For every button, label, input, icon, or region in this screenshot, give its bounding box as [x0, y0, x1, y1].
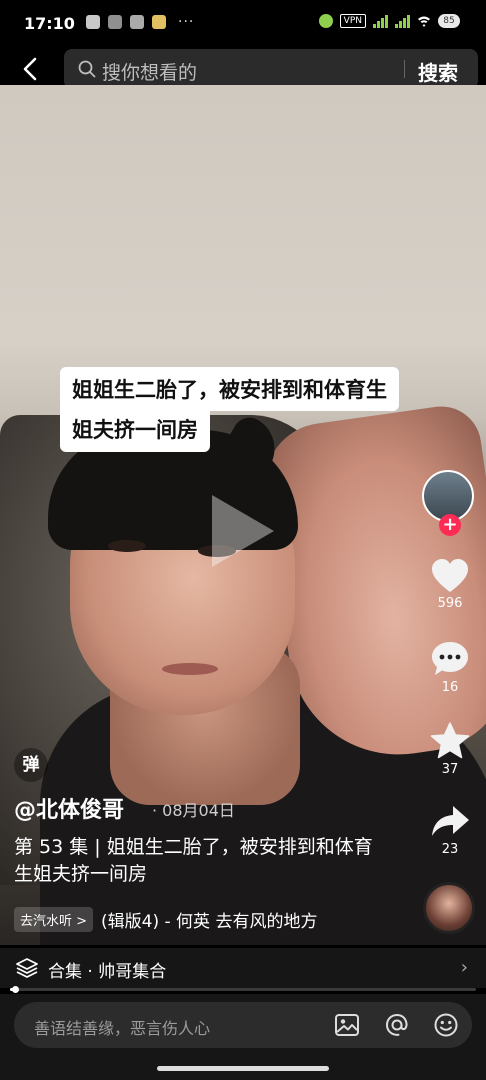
qishui-listen-button[interactable]: 去汽水听 >: [14, 906, 94, 932]
search-bar[interactable]: 搜你想看的 搜索: [64, 49, 478, 89]
search-icon: [78, 60, 96, 78]
screen: 17:10 ··· VPN 85 搜你想看的 搜索 姐姐生二胎了，被安排到和体育…: [0, 0, 486, 1080]
music-disc-icon[interactable]: [423, 882, 475, 934]
emoji-icon[interactable]: [433, 1012, 459, 1038]
music-title[interactable]: (辑版4) - 何英 去有风的地方: [101, 907, 317, 932]
share-button[interactable]: 23: [420, 804, 480, 857]
caption-line: 姐姐生二胎了，被安排到和体育生: [60, 367, 399, 411]
comment-input[interactable]: 善语结善缘，恶言伤人心: [14, 1002, 472, 1048]
app-notification-icon: [152, 15, 166, 29]
like-count: 596: [437, 596, 463, 611]
favorite-count: 37: [441, 762, 459, 777]
share-arrow-icon: [432, 806, 469, 836]
video-progress-bar[interactable]: [10, 986, 476, 993]
status-bar: 17:10 ··· VPN 85: [0, 0, 486, 44]
play-icon[interactable]: [212, 495, 274, 567]
battery-icon: 85: [438, 14, 460, 28]
search-divider: [404, 60, 405, 78]
music-row[interactable]: 去汽水听 > (辑版4) - 何英 去有风的地方: [14, 906, 414, 932]
image-icon[interactable]: [334, 1012, 360, 1038]
follow-button[interactable]: +: [439, 514, 461, 536]
post-date: · 08月04日: [152, 801, 235, 820]
app-notification-icon: [108, 15, 122, 29]
back-button[interactable]: [14, 54, 46, 84]
search-button[interactable]: 搜索: [418, 57, 458, 86]
video-caption: 姐姐生二胎了，被安排到和体育生 姐夫挤一间房: [60, 367, 456, 452]
caption-line: 姐夫挤一间房: [60, 410, 210, 452]
vpn-icon: VPN: [339, 14, 366, 28]
search-input[interactable]: 搜你想看的: [102, 58, 197, 85]
status-time: 17:10: [24, 14, 75, 33]
danmu-toggle-button[interactable]: 弹: [14, 748, 48, 782]
progress-handle[interactable]: [11, 986, 19, 993]
video-description[interactable]: 第 53 集 | 姐姐生二胎了，被安排到和体育生姐夫挤一间房: [14, 834, 374, 888]
comment-count: 16: [441, 680, 459, 695]
comment-panel: 善语结善缘，恶言伤人心: [0, 994, 486, 1080]
status-right-icons: VPN 85: [318, 14, 460, 28]
wifi-icon: [418, 16, 430, 27]
signal-icon: [395, 14, 410, 28]
author-name[interactable]: @北体俊哥: [14, 792, 124, 824]
at-mention-icon[interactable]: [384, 1012, 410, 1038]
favorite-button[interactable]: 37: [420, 722, 480, 777]
share-count: 23: [441, 842, 459, 857]
signal-icon: [373, 14, 388, 28]
collection-label: 合集 · 帅哥集合: [48, 962, 167, 982]
star-icon: [430, 722, 470, 759]
collection-bar[interactable]: 合集 · 帅哥集合 ›: [0, 948, 486, 988]
data-saver-icon: [318, 14, 333, 28]
home-indicator[interactable]: [157, 1066, 329, 1071]
heart-icon: [432, 559, 468, 592]
app-notification-icon: [130, 15, 144, 29]
author-avatar[interactable]: +: [422, 470, 478, 538]
more-dots-icon: ···: [178, 14, 195, 30]
app-notification-icon: [86, 15, 100, 29]
comment-button[interactable]: 16: [420, 640, 480, 695]
like-button[interactable]: 596: [420, 558, 480, 611]
comment-placeholder: 善语结善缘，恶言伤人心: [34, 1019, 211, 1038]
chevron-right-icon: ›: [460, 957, 468, 978]
layers-icon: [16, 958, 38, 978]
status-notification-icons: ···: [86, 14, 194, 30]
comment-bubble-icon: [432, 642, 468, 675]
chevron-left-icon: [23, 57, 37, 81]
